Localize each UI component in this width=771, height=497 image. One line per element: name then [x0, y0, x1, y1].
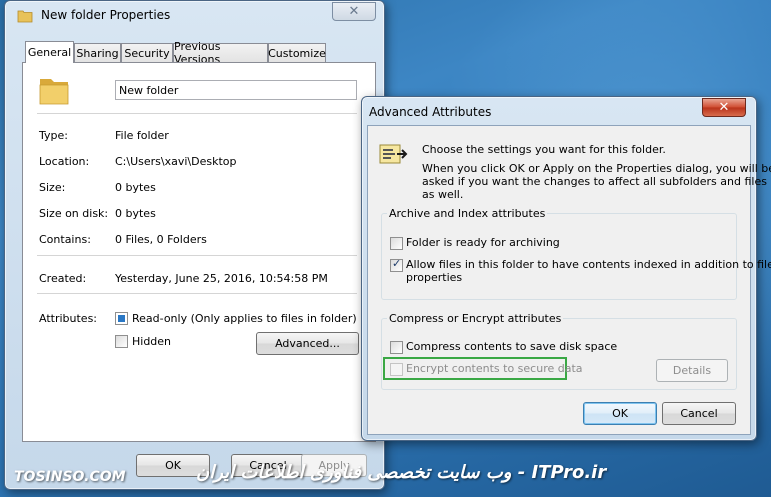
- hidden-label: Hidden: [132, 335, 172, 348]
- advanced-title: Advanced Attributes: [369, 105, 492, 119]
- contains-value: 0 Files, 0 Folders: [115, 233, 207, 246]
- size-on-disk-label: Size on disk:: [39, 207, 109, 220]
- readonly-label: Read-only (Only applies to files in fold…: [132, 312, 357, 325]
- index-label-line-2: properties: [406, 271, 463, 284]
- tab-customize[interactable]: Customize: [268, 43, 326, 62]
- archive-label: Folder is ready for archiving: [406, 236, 560, 249]
- archive-group-title: Archive and Index attributes: [387, 207, 548, 220]
- advanced-desc-line-2: asked if you want the changes to affect …: [422, 175, 767, 188]
- type-label: Type:: [39, 129, 68, 142]
- advanced-close-button[interactable]: ✕: [702, 98, 746, 117]
- properties-titlebar[interactable]: New folder Properties ✕: [5, 1, 384, 29]
- details-button[interactable]: Details: [656, 359, 728, 382]
- hidden-checkbox[interactable]: [115, 335, 128, 348]
- readonly-checkbox[interactable]: [115, 312, 128, 325]
- location-label: Location:: [39, 155, 90, 168]
- advanced-desc-line-1: When you click OK or Apply on the Proper…: [422, 162, 771, 175]
- size-on-disk-value: 0 bytes: [115, 207, 156, 220]
- divider: [37, 113, 357, 114]
- properties-window: New folder Properties ✕ General Sharing …: [4, 0, 385, 490]
- watermark-left: TOSINSO.COM: [14, 469, 126, 485]
- compress-label: Compress contents to save disk space: [406, 340, 618, 353]
- type-value: File folder: [115, 129, 169, 142]
- close-icon: ✕: [718, 100, 730, 115]
- properties-title: New folder Properties: [41, 8, 171, 22]
- tab-general[interactable]: General: [25, 41, 74, 63]
- advanced-ok-button[interactable]: OK: [583, 402, 657, 425]
- location-value: C:\Users\xavi\Desktop: [115, 155, 237, 168]
- close-icon: ✕: [348, 4, 360, 19]
- large-folder-icon: [39, 79, 69, 105]
- attributes-icon: [379, 144, 408, 164]
- archive-group: [381, 213, 737, 300]
- encrypt-checkbox[interactable]: [390, 363, 403, 376]
- divider: [37, 293, 357, 294]
- compress-group-title: Compress or Encrypt attributes: [387, 312, 564, 325]
- contains-label: Contains:: [39, 233, 91, 246]
- attributes-label: Attributes:: [39, 312, 98, 325]
- properties-close-button[interactable]: ✕: [332, 2, 376, 21]
- divider: [37, 255, 357, 256]
- created-value: Yesterday, June 25, 2016, 10:54:58 PM: [115, 272, 328, 285]
- advanced-cancel-button[interactable]: Cancel: [662, 402, 736, 425]
- encrypt-label: Encrypt contents to secure data: [406, 362, 583, 375]
- advanced-client: Choose the settings you want for this fo…: [367, 125, 771, 435]
- compress-checkbox[interactable]: [390, 341, 403, 354]
- watermark-right: وب سایت تخصصی فناوری اطلاعات ایران - ITP…: [196, 462, 607, 483]
- created-label: Created:: [39, 272, 87, 285]
- advanced-desc-line-3: as well.: [422, 188, 464, 201]
- advanced-button[interactable]: Advanced...: [256, 332, 359, 355]
- folder-name-input[interactable]: New folder: [115, 80, 357, 100]
- tab-security[interactable]: Security: [121, 43, 173, 62]
- tab-sharing[interactable]: Sharing: [74, 43, 121, 62]
- advanced-attributes-window: Advanced Attributes ✕ Choose the setting…: [361, 96, 771, 441]
- folder-icon: [17, 10, 33, 23]
- archive-checkbox[interactable]: [390, 237, 403, 250]
- index-label-line-1: Allow files in this folder to have conte…: [406, 258, 771, 271]
- size-label: Size:: [39, 181, 66, 194]
- index-checkbox[interactable]: [390, 257, 403, 272]
- tab-previous-versions[interactable]: Previous Versions: [173, 40, 268, 66]
- advanced-intro: Choose the settings you want for this fo…: [422, 143, 666, 156]
- size-value: 0 bytes: [115, 181, 156, 194]
- general-tab-page: New folder Type: File folder Location: C…: [22, 62, 376, 442]
- advanced-titlebar[interactable]: Advanced Attributes ✕: [362, 97, 756, 125]
